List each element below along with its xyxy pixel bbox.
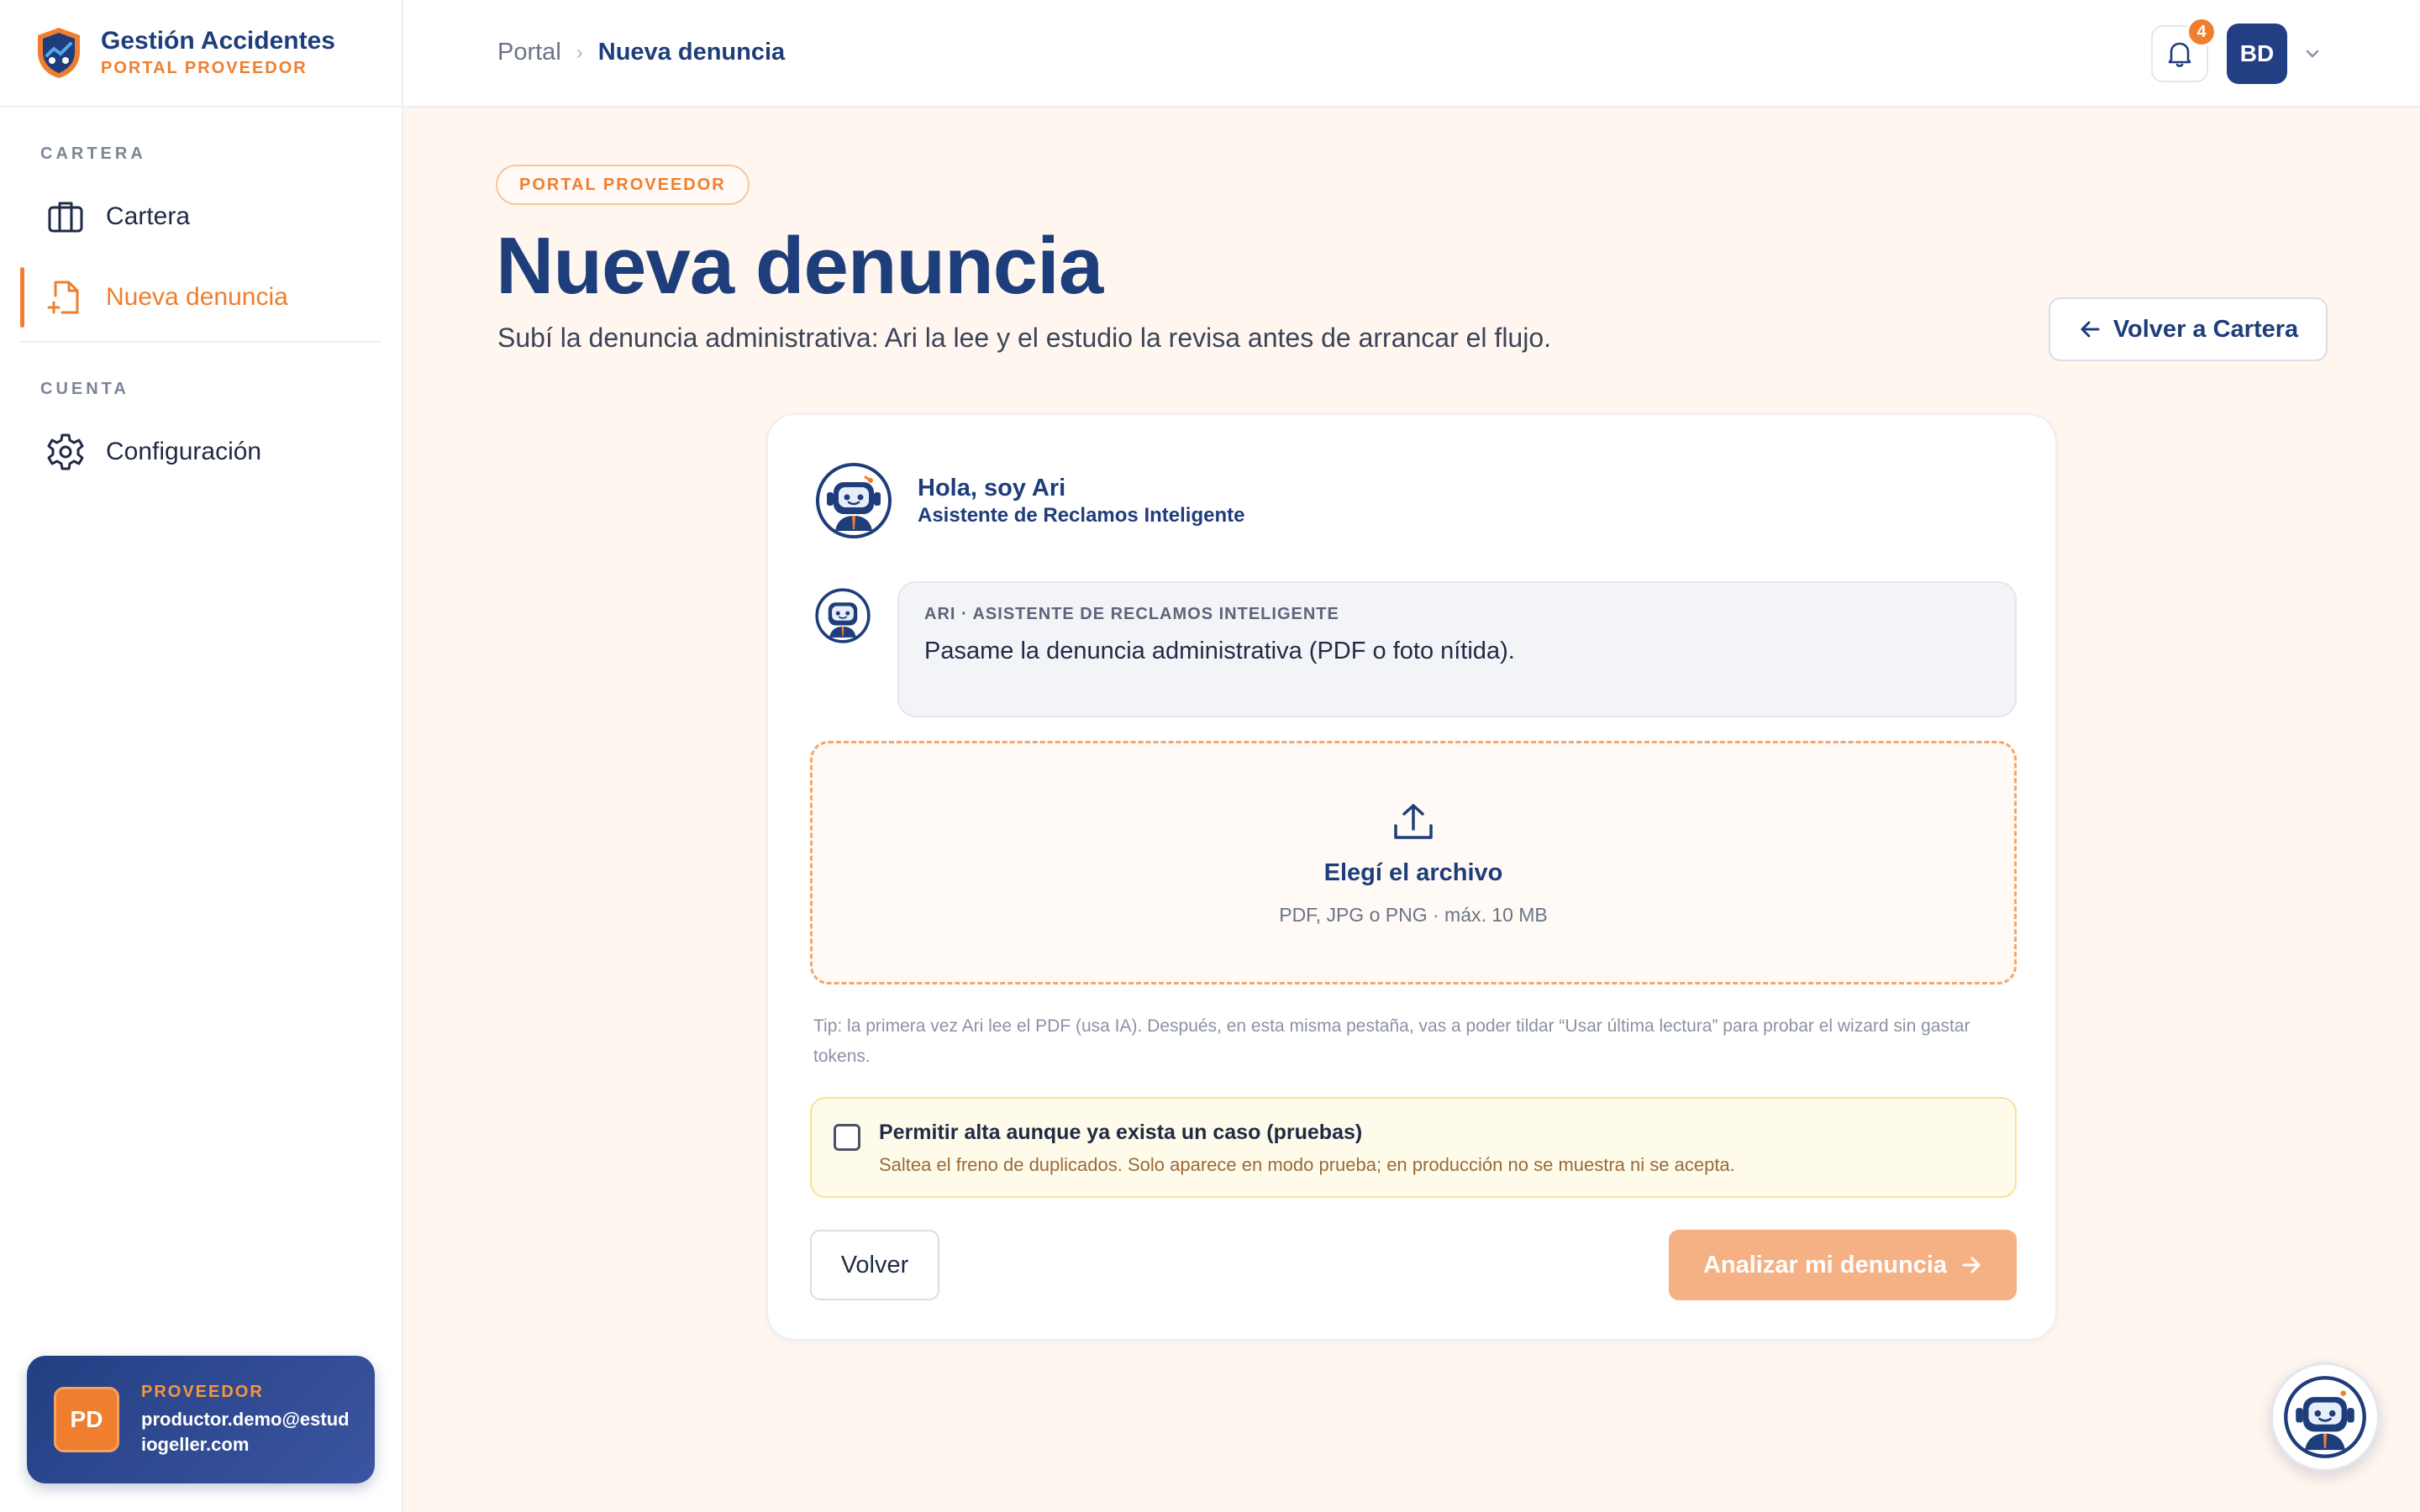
page-title: Nueva denuncia — [496, 221, 1103, 311]
sidebar-item-nueva-denuncia[interactable]: Nueva denuncia — [20, 262, 381, 333]
duplicate-override-checkbox[interactable] — [834, 1124, 860, 1151]
arrow-left-icon — [2081, 321, 2100, 338]
user-role: PROVEEDOR — [141, 1382, 264, 1401]
volver-button[interactable]: Volver — [810, 1230, 939, 1300]
shield-logo-icon — [38, 28, 80, 78]
user-card[interactable]: PD PROVEEDOR productor.demo@estudiogelle… — [27, 1356, 375, 1483]
dropzone-title: Elegí el archivo — [1323, 859, 1503, 886]
robot-avatar-icon — [816, 463, 892, 538]
dropzone-subtitle: PDF, JPG o PNG · máx. 10 MB — [1279, 904, 1548, 926]
assistant-header: Hola, soy Ari Asistente de Reclamos Inte… — [815, 462, 1244, 539]
assistant-role: Asistente de Reclamos Inteligente — [918, 504, 1245, 527]
bell-icon — [2168, 42, 2191, 67]
portal-pill: PORTAL PROVEEDOR — [496, 165, 750, 205]
file-plus-icon — [47, 281, 79, 314]
topbar: Portal › Nueva denuncia 4 BD — [403, 0, 2420, 108]
brand-title: Gestión Accidentes — [101, 27, 335, 55]
checkbox-description: Saltea el freno de duplicados. Solo apar… — [879, 1154, 1735, 1175]
sidebar-item-label: Cartera — [106, 202, 191, 230]
sidebar-item-cartera[interactable]: Cartera — [20, 181, 381, 252]
assistant-chat-fab[interactable] — [2270, 1362, 2380, 1472]
breadcrumb-separator-icon: › — [576, 40, 583, 64]
message-text: Pasame la denuncia administrativa (PDF o… — [924, 638, 1515, 664]
analizar-denuncia-button[interactable]: Analizar mi denuncia — [1669, 1230, 2017, 1300]
nav-divider — [20, 341, 381, 343]
user-avatar: PD — [54, 1387, 119, 1452]
assistant-message-bubble: ARI · ASISTENTE DE RECLAMOS INTELIGENTE … — [897, 581, 2017, 717]
arrow-right-icon — [1962, 1257, 1981, 1273]
tip-text: Tip: la primera vez Ari lee el PDF (usa … — [813, 1016, 1970, 1066]
sidebar-item-label: Configuración — [106, 438, 262, 465]
nav-section-cuenta: CUENTA — [40, 380, 129, 398]
back-button-label: Volver a Cartera — [2112, 315, 2299, 343]
upload-icon — [1394, 804, 1433, 839]
breadcrumb-portal[interactable]: Portal — [497, 39, 561, 66]
account-avatar-button[interactable]: BD — [2227, 24, 2287, 84]
robot-assistant-icon — [2284, 1376, 2366, 1458]
back-to-cartera-button[interactable]: Volver a Cartera — [2049, 297, 2328, 361]
upload-card: Hola, soy Ari Asistente de Reclamos Inte… — [766, 413, 2057, 1341]
notifications-badge: 4 — [2186, 17, 2217, 47]
gear-icon — [47, 433, 84, 470]
robot-avatar-small-icon — [815, 588, 871, 643]
brand[interactable]: Gestión Accidentes PORTAL PROVEEDOR — [0, 0, 402, 108]
sidebar-item-configuracion[interactable]: Configuración — [20, 417, 381, 487]
breadcrumb: Portal › Nueva denuncia — [497, 39, 785, 66]
duplicate-override-box: Permitir alta aunque ya exista un caso (… — [810, 1097, 2017, 1198]
analizar-button-label: Analizar mi denuncia — [1702, 1251, 1948, 1278]
message-label: ARI · ASISTENTE DE RECLAMOS INTELIGENTE — [924, 605, 1339, 623]
nav-section-cartera: CARTERA — [40, 144, 146, 163]
checkbox-title[interactable]: Permitir alta aunque ya exista un caso (… — [879, 1121, 1362, 1145]
briefcase-icon — [48, 202, 83, 233]
sidebar: Gestión Accidentes PORTAL PROVEEDOR CART… — [0, 0, 403, 1512]
user-email: productor.demo@estudiogeller.com — [141, 1408, 350, 1455]
page-subtitle: Subí la denuncia administrativa: Ari la … — [497, 323, 1552, 353]
sidebar-item-label: Nueva denuncia — [106, 283, 288, 311]
chevron-down-icon[interactable] — [2302, 44, 2323, 64]
breadcrumb-current: Nueva denuncia — [597, 39, 786, 66]
brand-subtitle: PORTAL PROVEEDOR — [101, 59, 308, 77]
file-dropzone[interactable]: Elegí el archivo PDF, JPG o PNG · máx. 1… — [810, 741, 2017, 984]
assistant-name: Hola, soy Ari — [918, 475, 1066, 501]
